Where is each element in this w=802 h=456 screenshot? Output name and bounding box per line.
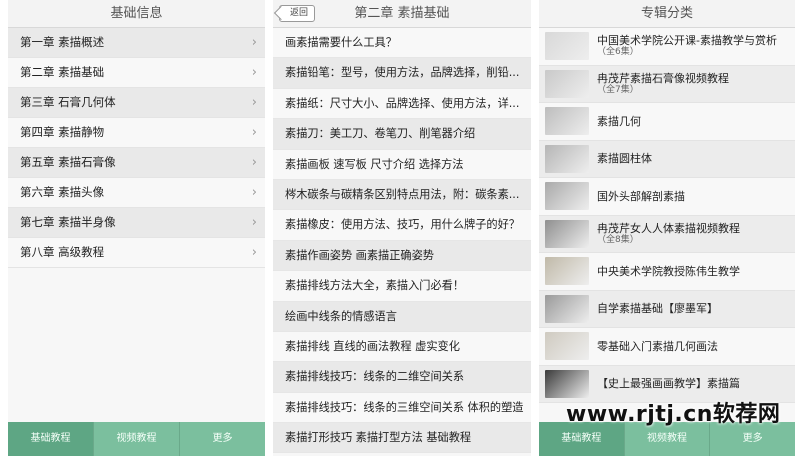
album-episode-count: （全7集） [597,84,639,95]
album-thumbnail [545,257,589,286]
album-item[interactable]: 自学素描基础【廖墨军】 [539,290,795,328]
album-item[interactable]: 冉茂芹素描石膏像视频教程 （全7集） [539,65,795,103]
album-text: 国外头部解剖素描 [597,190,685,203]
lesson-item[interactable]: 绘画中线条的情感语言 [273,301,531,332]
lesson-item[interactable]: 素描排线技巧：线条的二维空间关系 [273,362,531,393]
chapters-panel: 基础信息 第一章 素描概述 › 第二章 素描基础 › 第三章 石膏几何体 › 第四章 素描静… [8,0,265,456]
chapter-label: 第三章 石膏几何体 [20,95,116,109]
lesson-item[interactable]: 素描排线 直线的画法教程 虚实变化 [273,331,531,363]
tab-basic-tutorial[interactable]: 基础教程 [8,422,94,456]
lesson-item[interactable]: 素描排线方法大全，素描入门必看！ [273,271,531,302]
chevron-right-icon: › [251,95,257,110]
tab-more[interactable]: 更多 [180,422,265,456]
album-episode-count: （全6集） [597,47,639,58]
chevron-right-icon: › [251,35,257,50]
album-title: 零基础入门素描几何画法 [597,339,718,353]
album-title: 国外头部解剖素描 [597,189,685,203]
album-list: 中国美术学院公开课-素描教学与赏析 （全6集） 冉茂芹素描石膏像视频教程 （全7集） 素… [539,28,795,403]
album-title: 冉茂芹女人人体素描视频教程 [597,221,740,235]
albums-panel: 专辑分类 中国美术学院公开课-素描教学与赏析 （全6集） 冉茂芹素描石膏像视频教程（… [539,0,795,456]
album-title: 【史上最强画画教学】素描篇 [597,377,740,391]
album-text: 【史上最强画画教学】素描篇 [597,377,740,390]
album-item[interactable]: 素描几何 [539,103,795,141]
chapter-label: 第二章 素描基础 [20,65,105,79]
album-text: 素描几何 [597,115,641,128]
tab-video-tutorial[interactable]: 视频教程 [94,422,180,456]
album-text: 冉茂芹女人人体素描视频教程 （全8集） [597,222,740,246]
chapter-item[interactable]: 第六章 素描头像 › [8,178,265,208]
panel-title: 专辑分类 [539,0,795,28]
album-title: 冉茂芹素描石膏像视频教程 [597,71,729,85]
chapter-label: 第六章 素描头像 [20,185,105,199]
panel-header: 返回 第二章 素描基础 [273,0,531,28]
chapter-item[interactable]: 第四章 素描静物 › [8,118,265,148]
chevron-right-icon: › [251,245,257,260]
chapter-item[interactable]: 第七章 素描半身像 › [8,208,265,238]
lesson-item[interactable]: 素描铅笔：型号，使用方法，品牌选择，削铅... [273,58,531,89]
panel-title: 基础信息 [8,0,265,28]
chevron-right-icon: › [251,215,257,230]
chevron-right-icon: › [251,65,257,80]
album-thumbnail [545,107,589,136]
album-title: 中国美术学院公开课-素描教学与赏析 [597,34,777,48]
chapter-item[interactable]: 第八章 高级教程 › [8,238,265,268]
album-item[interactable]: 冉茂芹女人人体素描视频教程 （全8集） [539,215,795,253]
lessons-panel: 返回 第二章 素描基础 画素描需要什么工具？ 素描铅笔：型号，使用方法，品牌选择，… [273,0,531,456]
album-title: 素描几何 [597,114,641,128]
album-item[interactable]: 中央美术学院教授陈伟生教学 [539,253,795,291]
panel-title: 第二章 素描基础 [354,6,450,21]
album-thumbnail [545,369,589,398]
chevron-right-icon: › [251,125,257,140]
album-text: 零基础入门素描几何画法 [597,340,718,353]
lesson-item[interactable]: 素描作画姿势 画素描正确姿势 [273,240,531,272]
album-item[interactable]: 中国美术学院公开课-素描教学与赏析 （全6集） [539,28,795,66]
lesson-item[interactable]: 素描画板 速写板 尺寸介绍 选择方法 [273,149,531,180]
album-text: 中国美术学院公开课-素描教学与赏析 （全6集） [597,34,777,58]
chapter-item[interactable]: 第一章 素描概述 › [8,28,265,58]
album-text: 自学素描基础【廖墨军】 [597,302,718,315]
lesson-item[interactable]: 梣木碳条与碳精条区别特点用法，附：碳条素... [273,179,531,211]
lesson-item[interactable]: 素描刀：美工刀、卷笔刀、削笔器介绍 [273,119,531,150]
chapter-item[interactable]: 第三章 石膏几何体 › [8,88,265,118]
album-thumbnail [545,32,589,61]
album-thumbnail [545,69,589,98]
chapter-label: 第七章 素描半身像 [20,215,116,229]
album-item[interactable]: 零基础入门素描几何画法 [539,328,795,366]
album-item[interactable]: 素描圆柱体 [539,140,795,178]
lesson-item[interactable]: 素描排线技巧：线条的三维空间关系 体积的塑造 [273,392,531,424]
album-title: 素描圆柱体 [597,152,652,166]
bottom-tab-bar: 基础教程 视频教程 更多 [8,422,265,456]
lesson-item[interactable]: 素描纸：尺寸大小、品牌选择、使用方法，详... [273,88,531,120]
album-thumbnail [545,144,589,173]
album-item[interactable]: 国外头部解剖素描 [539,178,795,216]
lesson-item[interactable]: 画素描需要什么工具？ [273,28,531,59]
lesson-item[interactable]: 素描打形技巧 素描打型方法 基础教程 [273,423,531,454]
back-button[interactable]: 返回 [279,5,316,22]
album-title: 中央美术学院教授陈伟生教学 [597,264,740,278]
album-text: 素描圆柱体 [597,152,652,165]
album-thumbnail [545,332,589,361]
album-episode-count: （全8集） [597,234,639,245]
lesson-list: 画素描需要什么工具？ 素描铅笔：型号，使用方法，品牌选择，削铅... 素描纸：尺寸大… [273,28,531,454]
chapter-label: 第五章 素描石膏像 [20,155,116,169]
album-thumbnail [545,294,589,323]
chapter-item[interactable]: 第二章 素描基础 › [8,58,265,88]
chapter-label: 第四章 素描静物 [20,125,105,139]
chapter-label: 第一章 素描概述 [20,35,105,49]
chevron-right-icon: › [251,155,257,170]
lesson-item[interactable]: 素描橡皮：使用方法、技巧，用什么牌子的好？ [273,210,531,241]
chevron-right-icon: › [251,185,257,200]
album-text: 中央美术学院教授陈伟生教学 [597,265,740,278]
chapter-label: 第八章 高级教程 [20,245,105,259]
album-text: 冉茂芹素描石膏像视频教程 （全7集） [597,72,729,96]
album-title: 自学素描基础【廖墨军】 [597,302,718,316]
chapter-list: 第一章 素描概述 › 第二章 素描基础 › 第三章 石膏几何体 › 第四章 素描静物 › 第五章… [8,28,265,268]
album-thumbnail [545,182,589,211]
album-thumbnail [545,219,589,248]
chapter-item[interactable]: 第五章 素描石膏像 › [8,148,265,178]
watermark: www.rjtj.cn软荐网 [566,402,781,427]
